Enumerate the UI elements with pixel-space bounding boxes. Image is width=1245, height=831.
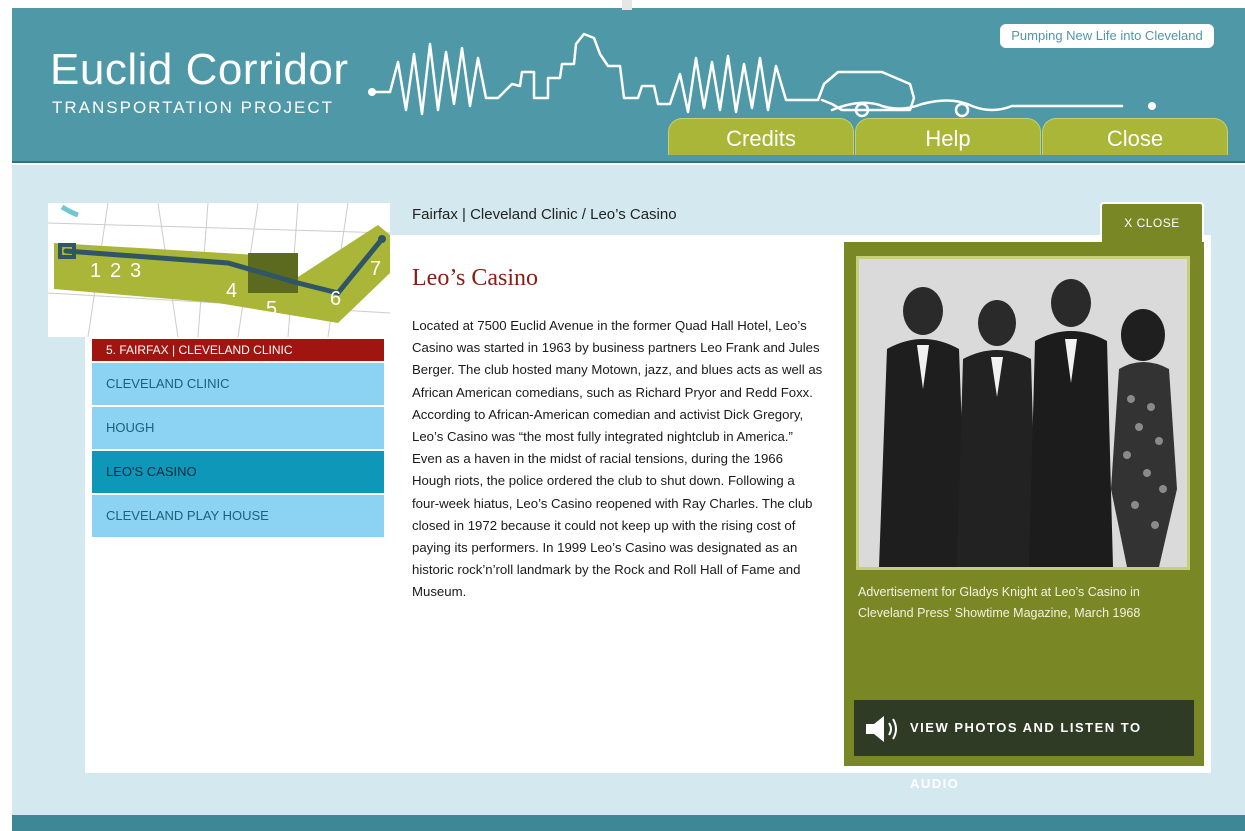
tab-credits[interactable]: Credits bbox=[668, 118, 854, 155]
sidebar-item-leos-casino[interactable]: LEO'S CASINO bbox=[92, 451, 384, 493]
map-station-label: 7 bbox=[370, 258, 381, 280]
sidebar-item-cleveland-play-house[interactable]: CLEVELAND PLAY HOUSE bbox=[92, 495, 384, 537]
sidebar-item-hough[interactable]: HOUGH bbox=[92, 407, 384, 449]
map-graphic: 1 2 3 4 5 6 7 bbox=[48, 203, 390, 337]
panel-close-button[interactable]: X CLOSE bbox=[1100, 202, 1204, 242]
map-station-label: 6 bbox=[330, 288, 341, 310]
article-body: Located at 7500 Euclid Avenue in the for… bbox=[412, 318, 823, 600]
map-station-label: 5 bbox=[266, 298, 277, 320]
map-station-label: 1 bbox=[90, 260, 101, 282]
main-area: 1 2 3 4 5 6 7 5. FAIRFAX | CLEVELAND CLI… bbox=[12, 165, 1245, 815]
historic-photo[interactable] bbox=[856, 256, 1190, 570]
tab-help[interactable]: Help bbox=[855, 118, 1041, 155]
page-title: Leo’s Casino bbox=[412, 265, 538, 291]
map-station-label: 4 bbox=[226, 280, 237, 302]
corridor-map[interactable]: 1 2 3 4 5 6 7 bbox=[48, 203, 390, 337]
audio-button-label: VIEW PHOTOS AND LISTEN TO AUDIO bbox=[910, 720, 1142, 791]
photo-illustration bbox=[859, 259, 1187, 567]
section-label: 5. FAIRFAX | CLEVELAND CLINIC bbox=[92, 339, 384, 361]
breadcrumb: Fairfax | Cleveland Clinic / Leo’s Casin… bbox=[412, 206, 677, 223]
tab-close[interactable]: Close bbox=[1042, 118, 1228, 155]
logo-subtitle: TRANSPORTATION PROJECT bbox=[52, 98, 335, 117]
tagline-banner: Pumping New Life into Cleveland bbox=[1000, 24, 1214, 48]
sidebar-item-cleveland-clinic[interactable]: CLEVELAND CLINIC bbox=[92, 363, 384, 405]
map-station-label: 2 bbox=[110, 260, 121, 282]
speaker-icon bbox=[866, 716, 897, 742]
map-station-label: 3 bbox=[130, 260, 141, 282]
footer-bar bbox=[12, 815, 1245, 831]
top-notch-marker bbox=[622, 0, 632, 10]
logo-title: Euclid Corridor bbox=[50, 45, 349, 94]
view-photos-audio-button[interactable]: VIEW PHOTOS AND LISTEN TO AUDIO bbox=[854, 700, 1194, 791]
media-panel: Advertisement for Gladys Knight at Leo’s… bbox=[844, 242, 1204, 791]
photo-caption: Advertisement for Gladys Knight at Leo’s… bbox=[858, 585, 1141, 620]
